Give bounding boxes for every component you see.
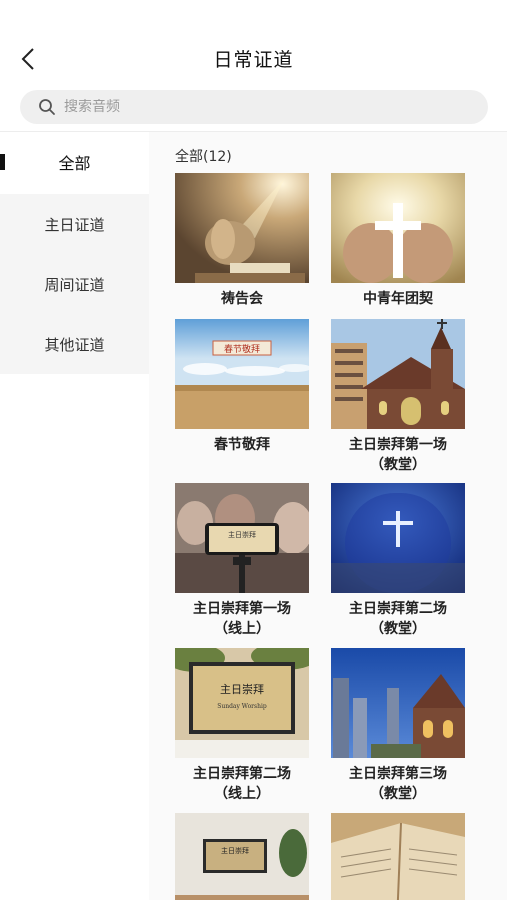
card-title: 主日崇拜第一场 xyxy=(193,601,291,617)
sidebar-item-other[interactable]: 其他证道 xyxy=(0,314,149,374)
active-marker xyxy=(0,154,5,170)
sidebar-item-weekday[interactable]: 周间证道 xyxy=(0,254,149,314)
sermon-card[interactable]: 主日崇拜第一场 （教堂） xyxy=(331,319,465,475)
card-title: 主日崇拜第三场 xyxy=(349,766,447,782)
sidebar-item-label: 全部 xyxy=(58,154,91,173)
card-title: 祷告会 xyxy=(221,291,263,307)
card-title: 主日崇拜第二场 xyxy=(193,766,291,782)
card-thumbnail: 主日崇拜 Sunday Worship xyxy=(175,648,309,758)
header: 日常证道 xyxy=(0,0,507,86)
category-sidebar: 全部 主日证道 周间证道 其他证道 xyxy=(0,132,149,900)
content-panel: 全部(12) 祷告会 中青年团契 春节敬拜 春节敬拜 主日崇拜第一场 （教堂） … xyxy=(149,132,507,900)
result-count: 全部(12) xyxy=(175,149,232,165)
sermon-card[interactable]: 主日崇拜 xyxy=(175,813,309,900)
card-thumbnail xyxy=(331,173,465,283)
card-title: 主日崇拜第二场 xyxy=(349,601,447,617)
sermon-card[interactable]: 主日崇拜第三场 （教堂） xyxy=(331,648,465,804)
card-thumbnail: 主日崇拜 xyxy=(175,483,309,593)
search-bar[interactable] xyxy=(20,90,488,124)
sermon-card[interactable]: 中青年团契 xyxy=(331,173,465,309)
thumbnail-text: 主日崇拜 xyxy=(221,846,249,855)
thumbnail-subtext: Sunday Worship xyxy=(217,703,267,710)
search-input[interactable] xyxy=(64,99,444,115)
card-subtitle: （教堂） xyxy=(370,457,426,473)
card-thumbnail xyxy=(331,648,465,758)
sidebar-item-all[interactable]: 全部 xyxy=(0,132,149,192)
sermon-card[interactable]: 祷告会 xyxy=(175,173,309,309)
sermon-card[interactable]: 主日崇拜 Sunday Worship 主日崇拜第二场 （线上） xyxy=(175,648,309,804)
card-title: 中青年团契 xyxy=(363,291,433,307)
page-title: 日常证道 xyxy=(213,49,294,71)
thumbnail-text: 主日崇拜 xyxy=(228,530,256,539)
sermon-card[interactable]: 主日崇拜第二场 （教堂） xyxy=(331,483,465,639)
search-icon xyxy=(39,99,55,115)
sidebar-item-label: 主日证道 xyxy=(44,215,105,234)
card-subtitle: （线上） xyxy=(214,786,270,802)
thumbnail-text: 春节敬拜 xyxy=(224,343,260,355)
app-screen: 日常证道 全部 主日证道 周间证道 其他证道 全部(12) xyxy=(0,0,507,900)
sidebar-item-label: 其他证道 xyxy=(44,335,105,354)
card-subtitle: （线上） xyxy=(214,621,270,637)
sidebar-item-label: 周间证道 xyxy=(44,275,105,294)
card-subtitle: （教堂） xyxy=(370,621,426,637)
card-thumbnail xyxy=(331,483,465,593)
card-thumbnail: 春节敬拜 xyxy=(175,319,309,429)
card-thumbnail xyxy=(331,319,465,429)
card-title: 春节敬拜 xyxy=(214,437,270,453)
card-thumbnail: 主日崇拜 xyxy=(175,813,309,900)
sermon-card[interactable]: 主日崇拜 主日崇拜第一场 （线上） xyxy=(175,483,309,639)
thumbnail-text: 主日崇拜 xyxy=(220,683,264,696)
card-title: 主日崇拜第一场 xyxy=(349,437,447,453)
sermon-card[interactable]: 春节敬拜 春节敬拜 xyxy=(175,319,309,455)
sermon-card[interactable] xyxy=(331,813,465,900)
sidebar-item-sunday[interactable]: 主日证道 xyxy=(0,194,149,254)
card-thumbnail xyxy=(175,173,309,283)
card-thumbnail xyxy=(331,813,465,900)
card-subtitle: （教堂） xyxy=(370,786,426,802)
